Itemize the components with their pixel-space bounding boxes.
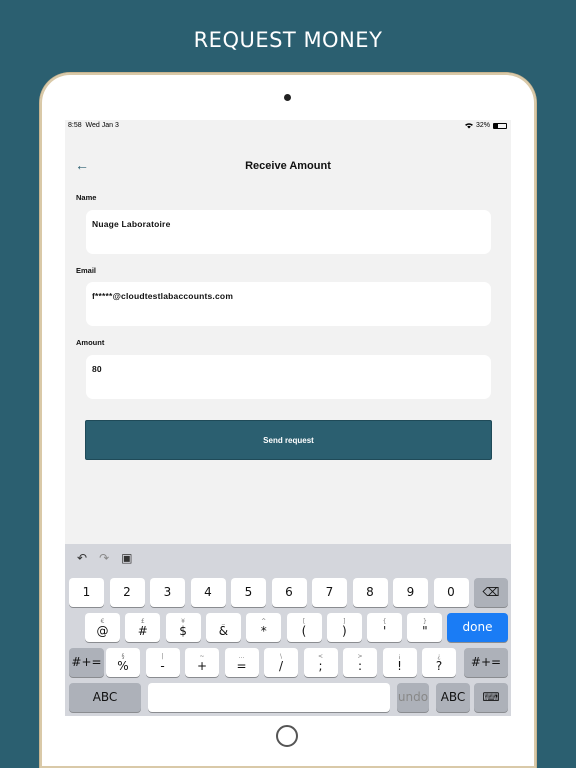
email-field[interactable]: f*****@cloudtestlabaccounts.com [86,282,491,326]
symbols-key-right[interactable]: #+= [464,648,508,677]
abc-key-right[interactable]: ABC [436,683,470,712]
keyboard-hide-icon: ⌨ [482,690,500,704]
delete-key[interactable]: ⌫ [474,578,508,607]
key-symbol[interactable]: } " [407,613,443,642]
status-time: 8:58 Wed Jan 3 [68,122,119,129]
abc-key-left[interactable]: ABC [69,683,141,712]
send-request-button[interactable]: Send request [85,420,492,460]
keyboard: ↶ ↷ ▣ 1 2 3 4 5 6 7 8 9 0 ⌫ € @ £ # ¥ $ _ & ^ *[(]){'} " done #… [65,544,511,716]
key-symbol[interactable]: … = [224,648,259,677]
banner-title: REQUEST MONEY [193,28,383,52]
key-symbol[interactable]: [( [286,613,322,642]
battery-percent: 32% [475,122,490,129]
space-key[interactable] [148,683,390,712]
wifi-icon [464,122,473,128]
key-symbol[interactable]: ]) [326,613,362,642]
key-symbol[interactable]: _ & [205,613,241,642]
amount-label: Amount [76,338,105,347]
key-7[interactable]: 7 [312,578,347,607]
key-symbol[interactable]: \ / [264,648,298,677]
key-symbol[interactable]: <; [303,648,338,677]
key-symbol[interactable]: € @ [85,613,120,642]
symbols-key-left[interactable]: #+= [69,648,104,677]
key-symbol[interactable]: ¡! [382,648,417,677]
backspace-icon: ⌫ [482,585,500,599]
key-9[interactable]: 9 [393,578,428,607]
key-symbol[interactable]: £ # [125,613,161,642]
key-symbol[interactable]: >: [343,648,377,677]
status-bar: 8:58 Wed Jan 3 32% [65,120,511,133]
amount-field[interactable]: 80 [86,355,491,399]
key-symbol[interactable]: ¿? [422,648,456,677]
keyboard-toolbar: ↶ ↷ ▣ [77,551,132,565]
key-0[interactable]: 0 [433,578,469,607]
tablet-frame: 8:58 Wed Jan 3 32% ← Receive Amount Name… [40,73,536,768]
key-symbol[interactable]: ^ * [246,613,282,642]
key-symbol[interactable]: | - [145,648,180,677]
undo-icon[interactable]: ↶ [77,551,87,565]
redo-icon[interactable]: ↷ [99,551,109,565]
key-3[interactable]: 3 [150,578,185,607]
clipboard-icon[interactable]: ▣ [121,551,132,565]
battery-icon [493,122,507,129]
home-button[interactable] [276,725,298,747]
name-label: Name [76,193,97,202]
camera-icon [284,94,291,101]
key-symbol[interactable]: ¥ $ [165,613,201,642]
key-8[interactable]: 8 [352,578,388,607]
key-6[interactable]: 6 [271,578,307,607]
key-1[interactable]: 1 [69,578,104,607]
key-symbol[interactable]: §% [106,648,140,677]
email-label: Email [76,266,97,275]
done-key[interactable]: done [447,613,508,642]
key-symbol[interactable]: ~ + [185,648,219,677]
undo-key[interactable]: undo [397,683,429,712]
hide-keyboard-key[interactable]: ⌨ [474,683,508,712]
page-title: Receive Amount [245,160,331,172]
key-symbol[interactable]: {' [367,613,403,642]
app-screen: 8:58 Wed Jan 3 32% ← Receive Amount Name… [65,120,511,716]
key-5[interactable]: 5 [231,578,266,607]
key-4[interactable]: 4 [190,578,226,607]
name-field[interactable]: Nuage Laboratoire [86,210,491,254]
key-2[interactable]: 2 [109,578,145,607]
